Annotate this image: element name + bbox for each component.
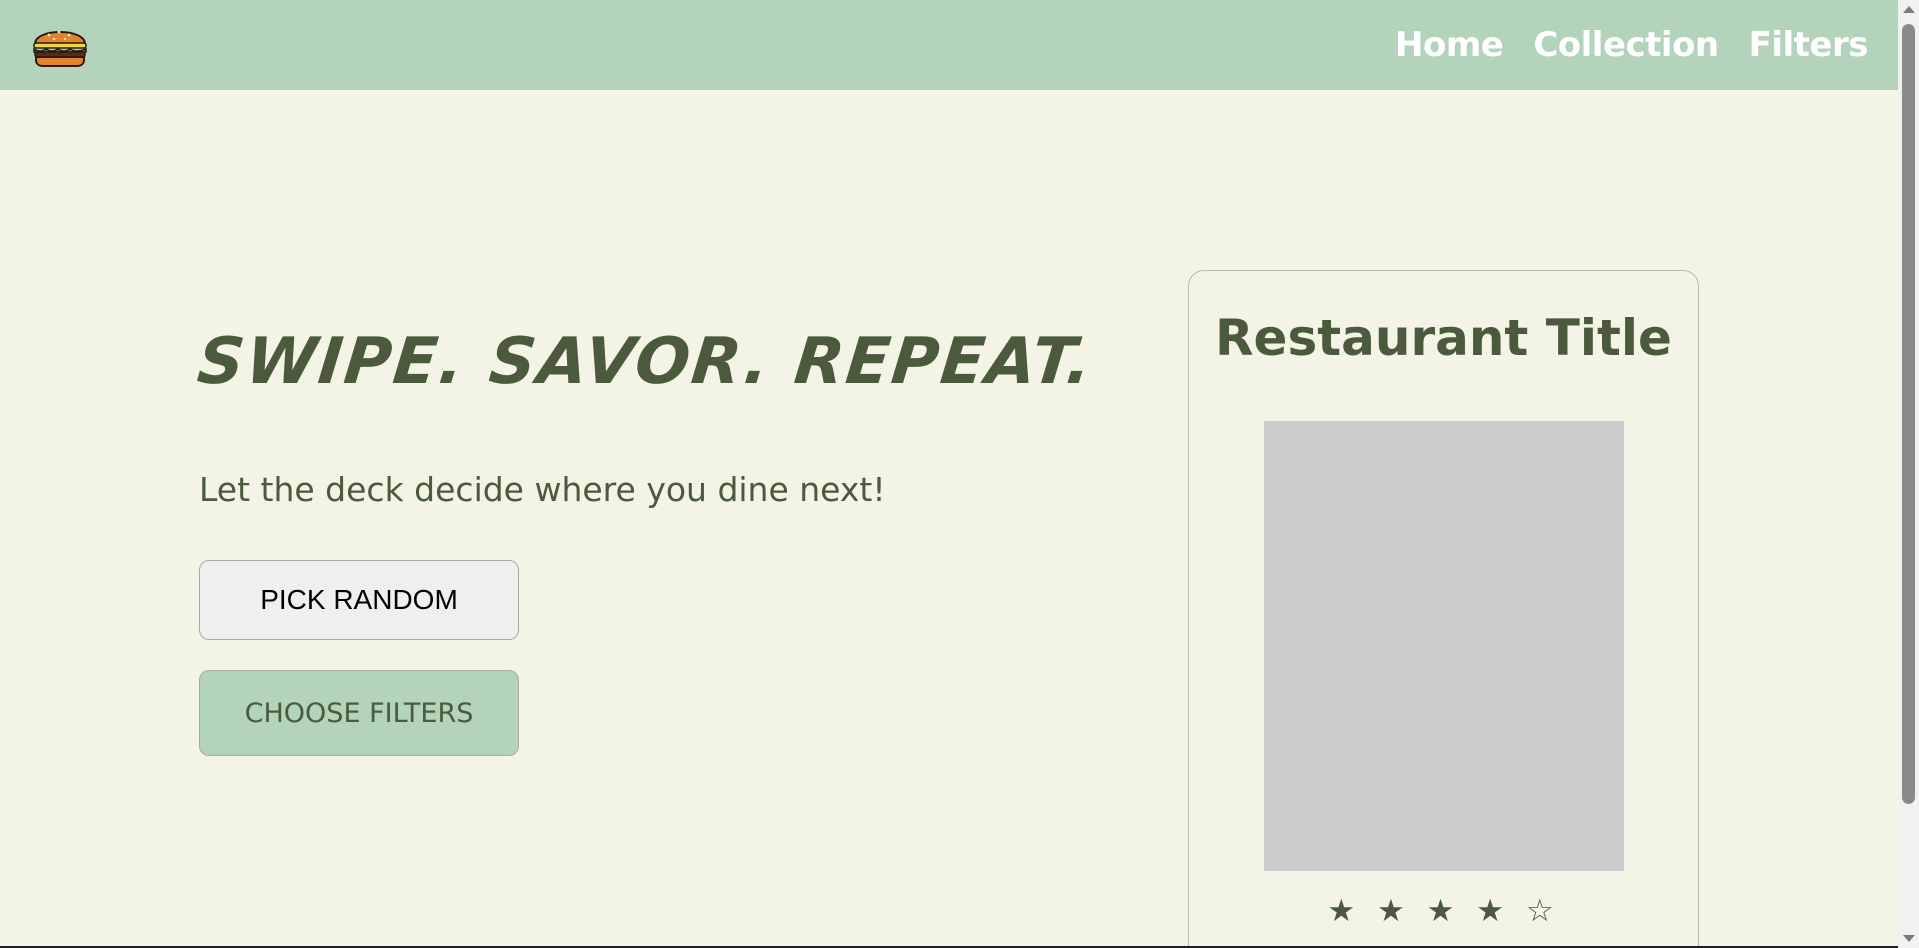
hero-subtitle: Let the deck decide where you dine next! bbox=[199, 470, 886, 509]
page: Home Collection Filters SWIPE. SAVOR. RE… bbox=[0, 0, 1919, 948]
scroll-down-arrow-icon[interactable] bbox=[1903, 935, 1915, 942]
scroll-up-arrow-icon[interactable] bbox=[1903, 6, 1915, 13]
nav-home-link[interactable]: Home bbox=[1395, 25, 1504, 65]
restaurant-title: Restaurant Title bbox=[1215, 309, 1672, 367]
vertical-scrollbar[interactable] bbox=[1898, 0, 1919, 948]
burger-icon[interactable] bbox=[31, 22, 89, 68]
pick-random-button[interactable]: PICK RANDOM bbox=[199, 560, 519, 640]
hero-title: SWIPE. SAVOR. REPEAT. bbox=[194, 325, 1097, 399]
nav-filters-link[interactable]: Filters bbox=[1749, 25, 1869, 65]
choose-filters-button[interactable]: CHOOSE FILTERS bbox=[199, 670, 519, 756]
main-nav: Home Collection Filters bbox=[1395, 0, 1868, 90]
restaurant-card[interactable]: Restaurant Title ★ ★ ★ ★ ☆ bbox=[1188, 270, 1699, 948]
nav-collection-link[interactable]: Collection bbox=[1533, 25, 1719, 65]
star-rating: ★ ★ ★ ★ ☆ bbox=[1327, 893, 1560, 929]
restaurant-image-placeholder bbox=[1264, 421, 1624, 871]
navbar: Home Collection Filters bbox=[0, 0, 1898, 90]
scrollbar-thumb[interactable] bbox=[1902, 24, 1915, 804]
